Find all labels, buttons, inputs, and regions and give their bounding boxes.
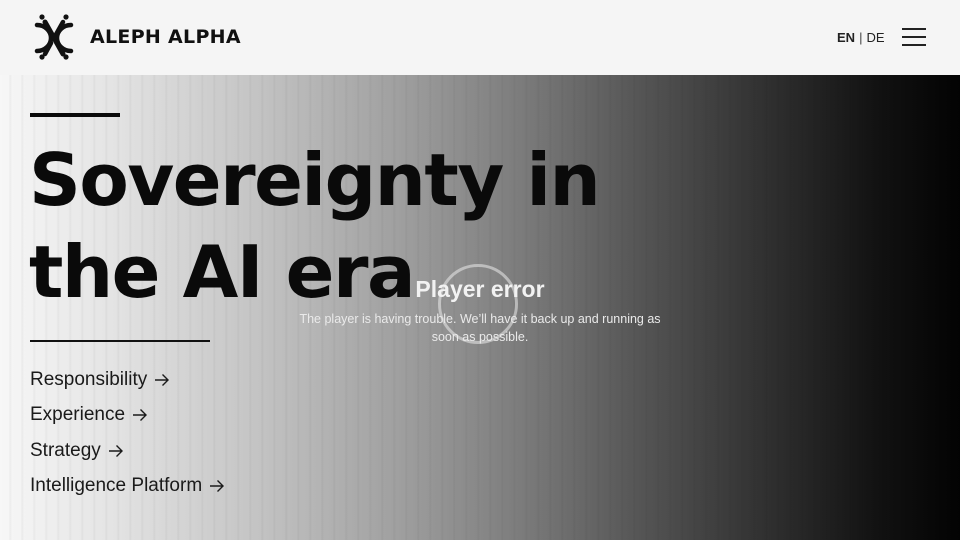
video-player-error: Player error The player is having troubl… <box>280 262 680 362</box>
link-label: Experience <box>30 404 126 426</box>
site-header: ALEPH ALPHA EN | DE <box>0 0 960 75</box>
link-label: Strategy <box>30 439 101 461</box>
link-strategy[interactable]: Strategy <box>30 433 225 469</box>
link-intelligence-platform[interactable]: Intelligence Platform <box>30 469 225 505</box>
link-label: Responsibility <box>30 368 148 390</box>
hero-link-list: Responsibility Experience Strategy Intel… <box>30 362 225 504</box>
aleph-alpha-logo-icon <box>34 14 74 60</box>
hamburger-menu-icon[interactable] <box>902 26 926 47</box>
headline-line-1: Sovereignty in <box>29 138 601 222</box>
lang-separator: | <box>859 30 863 45</box>
language-switcher: EN | DE <box>837 30 885 45</box>
menu-bar <box>902 28 926 30</box>
arrow-right-icon <box>155 373 170 386</box>
arrow-right-icon <box>133 409 148 422</box>
player-error-message: The player is having trouble. We’ll have… <box>299 312 661 344</box>
menu-bar <box>902 36 926 38</box>
arrow-right-icon <box>210 480 225 493</box>
link-experience[interactable]: Experience <box>30 398 225 434</box>
player-error-title: Player error <box>415 276 545 302</box>
link-label: Intelligence Platform <box>30 475 203 497</box>
hero-top-rule <box>30 113 120 117</box>
brand-logo[interactable]: ALEPH ALPHA <box>30 13 241 61</box>
brand-name: ALEPH ALPHA <box>90 26 241 48</box>
hero-divider <box>30 340 210 342</box>
arrow-right-icon <box>108 444 123 457</box>
lang-de-link[interactable]: DE <box>866 30 884 45</box>
link-responsibility[interactable]: Responsibility <box>30 362 225 398</box>
lang-en-link[interactable]: EN <box>837 30 855 45</box>
menu-bar <box>902 44 926 46</box>
